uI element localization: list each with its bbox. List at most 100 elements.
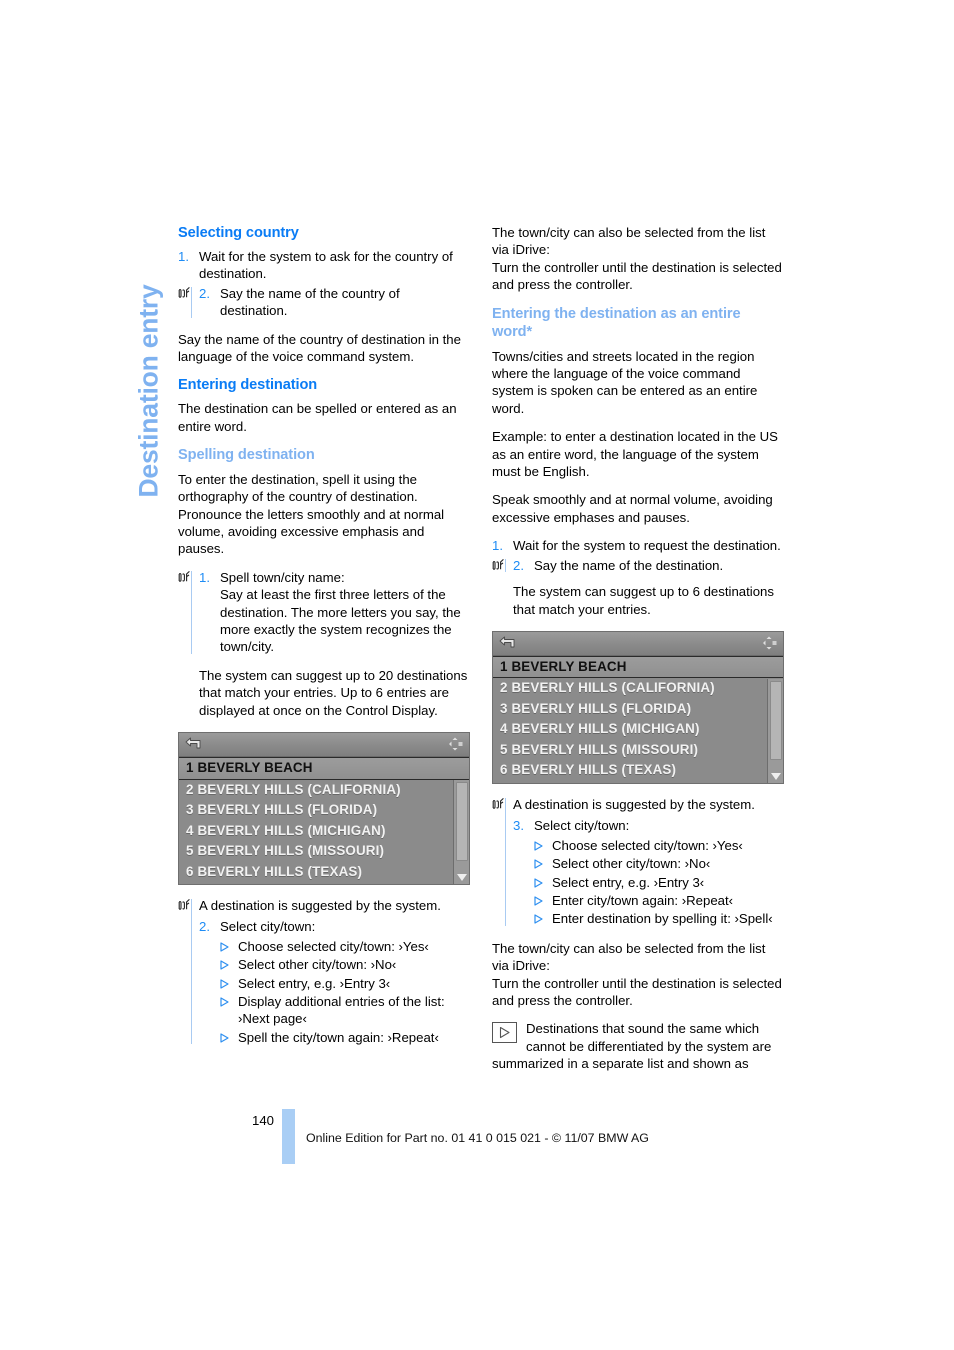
step-text: Wait for the system to request the desti… [513, 538, 781, 554]
step-body: Say at least the first three letters of … [220, 587, 461, 655]
voice-command-block-select: A destination is suggested by the system… [178, 897, 470, 1046]
step-number: 2. [199, 919, 210, 935]
note-text: Destinations that sound the same which c… [492, 1021, 772, 1072]
voice-command-block-spell: 1. Spell town/city name: Say at least th… [178, 569, 470, 656]
step-text: Select city/town: [220, 919, 316, 935]
nav-list-row-2[interactable]: 2 BEVERLY HILLS (CALIFORNIA) [179, 780, 469, 801]
option-text: Enter destination by spelling it: ›Spell… [552, 911, 773, 927]
voice-rule [191, 899, 192, 1045]
option-text: Choose selected city/town: ›Yes‹ [552, 837, 743, 853]
triangle-bullet-icon [220, 938, 238, 952]
nav-row-text: 6 BEVERLY HILLS (TEXAS) [500, 762, 677, 778]
paragraph-suggest-6: The system can suggest up to 6 destinati… [513, 584, 774, 617]
chapter-tab: Destination entry [119, 222, 179, 512]
page-number: 140 [252, 1113, 275, 1128]
option-text: Choose selected city/town: ›Yes‹ [238, 938, 429, 954]
nav-display-titlebar [179, 733, 469, 758]
nav-list-row-2[interactable]: 2 BEVERLY HILLS (CALIFORNIA) [493, 678, 783, 699]
triangle-bullet-icon [220, 993, 238, 1007]
nav-list-row-4[interactable]: 4 BEVERLY HILLS (MICHIGAN) [493, 719, 783, 740]
paragraph-suggest-20: The system can suggest up to 20 destinat… [199, 667, 468, 718]
step-text: Wait for the system to ask for the count… [199, 249, 453, 282]
nav-scrollbar[interactable] [453, 780, 469, 885]
step-text: Spell town/city name: Say at least the f… [220, 569, 470, 656]
option-item: Enter city/town again: ›Repeat‹ [534, 892, 784, 909]
option-text: Display additional entries of the list: … [238, 994, 445, 1027]
nav-scrollbar-thumb[interactable] [456, 782, 468, 861]
nav-list-row-5[interactable]: 5 BEVERLY HILLS (MISSOURI) [493, 740, 783, 761]
nav-row-text: 3 BEVERLY HILLS (FLORIDA) [186, 802, 378, 818]
step-text: Select city/town: [534, 818, 630, 834]
step-item: 1. Spell town/city name: Say at least th… [199, 569, 470, 656]
nav-display-list: 1 BEVERLY BEACH 2 BEVERLY HILLS (CALIFOR… [179, 757, 469, 885]
step-item: 3. Select city/town: [513, 817, 784, 834]
options-select-city-left: Choose selected city/town: ›Yes‹ Select … [220, 938, 470, 1046]
nav-row-text: 5 BEVERLY HILLS (MISSOURI) [500, 741, 699, 757]
nav-row-text: 4 BEVERLY HILLS (MICHIGAN) [186, 822, 386, 838]
voice-command-block: 2. Say the name of the country of destin… [178, 285, 470, 320]
triangle-bullet-icon [534, 910, 552, 924]
back-arrow-icon[interactable] [499, 636, 516, 650]
voice-command-block-select-right: A destination is suggested by the system… [492, 796, 784, 928]
steps-say-country: 2. Say the name of the country of destin… [199, 285, 470, 320]
nav-row-text: 6 BEVERLY HILLS (TEXAS) [186, 863, 363, 879]
paragraph-entire-word-1: Towns/cities and streets located in the … [492, 348, 758, 416]
paragraph-idrive-bottom2: Turn the controller until the destinatio… [492, 975, 782, 1008]
step-item: 2. Say the name of the country of destin… [199, 285, 470, 320]
triangle-bullet-icon [220, 956, 238, 970]
step-item: 2. Say the name of the destination. [513, 557, 784, 574]
nav-display-titlebar [493, 631, 783, 656]
step-number: 3. [513, 818, 524, 834]
nav-list-row-6[interactable]: 6 BEVERLY HILLS (TEXAS) [179, 862, 469, 883]
steps-spell-town: 1. Spell town/city name: Say at least th… [199, 569, 470, 656]
voice-rule [191, 286, 192, 318]
triangle-bullet-icon [220, 975, 238, 989]
step-number: 1. [492, 538, 503, 554]
voice-rule [505, 797, 506, 926]
nav-scroll-down-arrow-icon[interactable] [457, 874, 467, 882]
nav-list-row-1[interactable]: 1 BEVERLY BEACH [179, 757, 469, 780]
controller-crosshair-icon [448, 736, 463, 752]
nav-display-screenshot-right: 1 BEVERLY BEACH 2 BEVERLY HILLS (CALIFOR… [492, 630, 784, 784]
note-block: Destinations that sound the same which c… [492, 1020, 784, 1072]
nav-list-row-5[interactable]: 5 BEVERLY HILLS (MISSOURI) [179, 841, 469, 862]
nav-list-row-6[interactable]: 6 BEVERLY HILLS (TEXAS) [493, 760, 783, 781]
paragraph-idrive-bottom: The town/city can also be selected from … [492, 940, 766, 974]
back-arrow-icon[interactable] [185, 737, 202, 751]
nav-row-text: 1 BEVERLY BEACH [186, 760, 313, 776]
nav-list-row-3[interactable]: 3 BEVERLY HILLS (FLORIDA) [493, 699, 783, 720]
steps-selecting-country: 1. Wait for the system to ask for the co… [178, 248, 470, 283]
step-item: 2. Select city/town: [199, 918, 470, 935]
footer-credit: Online Edition for Part no. 01 41 0 015 … [306, 1131, 649, 1145]
heading-spelling-destination: Spelling destination [178, 447, 315, 464]
option-text: Select other city/town: ›No‹ [238, 957, 397, 973]
chapter-title: Destination entry [133, 284, 164, 498]
nav-list-row-1[interactable]: 1 BEVERLY BEACH [493, 655, 783, 679]
option-item: Select entry, e.g. ›Entry 3‹ [534, 874, 784, 891]
option-text: Select entry, e.g. ›Entry 3‹ [238, 975, 391, 991]
option-item: Enter destination by spelling it: ›Spell… [534, 910, 784, 927]
step-text: Say the name of the destination. [534, 557, 724, 573]
voice-command-icon [178, 898, 191, 912]
nav-scrollbar[interactable] [767, 678, 783, 783]
voice-rule [505, 558, 506, 573]
nav-list-row-4[interactable]: 4 BEVERLY HILLS (MICHIGAN) [179, 821, 469, 842]
option-item: Choose selected city/town: ›Yes‹ [534, 837, 784, 854]
nav-scroll-down-arrow-icon[interactable] [771, 772, 781, 780]
steps-select-city-left: 2. Select city/town: [199, 918, 470, 935]
heading-selecting-country: Selecting country [178, 225, 299, 241]
voice-command-icon [492, 558, 505, 572]
nav-display-list: 1 BEVERLY BEACH 2 BEVERLY HILLS (CALIFOR… [493, 655, 783, 783]
right-column: The town/city can also be selected from … [492, 224, 784, 1073]
paragraph-spelling-intro: To enter the destination, spell it using… [178, 471, 445, 557]
nav-scrollbar-thumb[interactable] [770, 680, 782, 760]
footer-accent-bar [282, 1109, 295, 1164]
option-item: Display additional entries of the list: … [220, 993, 470, 1028]
paragraph-idrive-top2: Turn the controller until the destinatio… [492, 259, 782, 293]
page-footer: 140 Online Edition for Part no. 01 41 0 … [178, 1108, 798, 1166]
steps-entire-word-2: 2. Say the name of the destination. [513, 557, 784, 574]
triangle-bullet-icon [534, 874, 552, 888]
step-item: 1. Wait for the system to request the de… [492, 537, 784, 554]
nav-row-text: 1 BEVERLY BEACH [500, 658, 627, 674]
nav-list-row-3[interactable]: 3 BEVERLY HILLS (FLORIDA) [179, 800, 469, 821]
